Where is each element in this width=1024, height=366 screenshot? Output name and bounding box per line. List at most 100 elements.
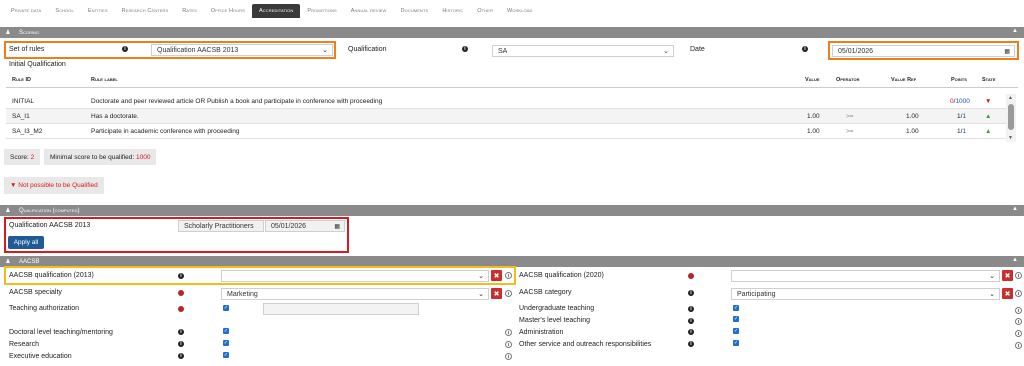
- aacsb-specialty-select[interactable]: Marketing ⌄: [221, 288, 489, 300]
- info-icon: i: [688, 290, 694, 296]
- thumbs-down-icon: ▼: [10, 182, 17, 189]
- initial-qualification-label: Initial Qualification: [9, 61, 66, 68]
- undergraduate-teaching-checkbox[interactable]: ✓: [733, 305, 739, 311]
- points-max: 1: [962, 128, 967, 135]
- teaching-authorization-checkbox[interactable]: ✓: [223, 305, 229, 311]
- other-service-checkbox[interactable]: ✓: [733, 340, 739, 346]
- chevron-down-icon: ⌄: [663, 48, 669, 55]
- history-icon[interactable]: [1015, 290, 1022, 297]
- highlight-date: [828, 41, 1019, 60]
- operator: >=: [846, 128, 854, 135]
- tab-documents[interactable]: Documents: [394, 4, 436, 18]
- min-score-value: 1000: [136, 153, 151, 161]
- chevron-down-icon: ⌄: [989, 291, 995, 298]
- history-icon[interactable]: [505, 341, 512, 348]
- aacsb-category-label: AACSB category: [519, 289, 572, 296]
- tab-private-data[interactable]: Private data: [4, 4, 48, 18]
- points-value: 1: [957, 113, 961, 120]
- administration-label: Administration: [519, 329, 564, 336]
- points-max: 1: [962, 113, 967, 120]
- history-icon[interactable]: [1015, 272, 1022, 279]
- table-row[interactable]: SA_I3_M2 Participate in academic confere…: [6, 124, 1006, 139]
- history-icon[interactable]: [1015, 307, 1022, 314]
- tab-rates[interactable]: Rates: [175, 4, 204, 18]
- col-rule-label[interactable]: Rule label: [91, 77, 118, 83]
- scroll-up-icon[interactable]: ▲: [1008, 95, 1013, 101]
- tab-promotions[interactable]: Promotions: [300, 4, 343, 18]
- scroll-thumb[interactable]: [1008, 104, 1014, 130]
- history-icon[interactable]: [1015, 330, 1022, 337]
- collapse-icon[interactable]: ▲: [1012, 28, 1018, 34]
- tab-accreditation[interactable]: Accreditation: [252, 4, 301, 18]
- undergraduate-teaching-label: Undergraduate teaching: [519, 305, 595, 312]
- info-icon: i: [178, 353, 184, 359]
- tab-office-hours[interactable]: Office Hours: [204, 4, 252, 18]
- table-row[interactable]: INITIAL Doctorate and peer reviewed arti…: [6, 94, 1006, 109]
- points-value: 0: [950, 98, 954, 105]
- masters-teaching-label: Master's level teaching: [519, 317, 590, 324]
- qualification-select[interactable]: SA ⌄: [492, 45, 674, 57]
- value: 1.00: [807, 128, 820, 135]
- tab-other[interactable]: Other: [470, 4, 500, 18]
- rule-id: INITIAL: [12, 98, 35, 105]
- scroll-down-icon[interactable]: ▼: [1008, 135, 1013, 141]
- history-icon[interactable]: [505, 353, 512, 360]
- value: 1.00: [807, 113, 820, 120]
- info-icon: i: [688, 306, 694, 312]
- administration-checkbox[interactable]: ✓: [733, 328, 739, 334]
- points: 1/1: [957, 128, 967, 135]
- rule-label: Participate in academic conference with …: [91, 128, 240, 135]
- aacsb-category-value: Participating: [737, 290, 776, 298]
- teaching-authorization-label: Teaching authorization: [9, 305, 80, 312]
- research-checkbox[interactable]: ✓: [223, 340, 229, 346]
- table-scrollbar[interactable]: ▲ ▼: [1006, 94, 1016, 142]
- tab-workload[interactable]: Workload: [500, 4, 540, 18]
- tab-entities[interactable]: Entities: [81, 4, 115, 18]
- col-value-ref[interactable]: Value Ref: [891, 77, 916, 83]
- min-score-label: Minimal score to be qualified:: [50, 153, 135, 161]
- highlight-qualification: [4, 217, 349, 253]
- scoring-section-header[interactable]: ♟ Scoring ▲: [0, 27, 1024, 38]
- col-rule-id[interactable]: Rule ID: [12, 77, 31, 83]
- rule-id: SA_I1: [12, 113, 30, 120]
- col-operator[interactable]: Operator: [836, 77, 859, 83]
- value-ref: 1.00: [906, 128, 919, 135]
- minimal-score-badge: Minimal score to be qualified: 1000: [44, 149, 157, 165]
- aacsb-qualification-2020-select[interactable]: ⌄: [731, 270, 1000, 282]
- qualification-status-badge: ▼ Not possible to be Qualified: [4, 177, 104, 194]
- table-row[interactable]: SA_I1 Has a doctorate. 1.00 >= 1.00 1/1 …: [6, 109, 1006, 124]
- clear-button[interactable]: ✖: [1002, 288, 1013, 299]
- section-title: Scoring: [19, 29, 40, 36]
- executive-education-checkbox[interactable]: ✓: [223, 352, 229, 358]
- highlight-set-of-rules: [4, 41, 336, 59]
- masters-teaching-checkbox[interactable]: ✓: [733, 316, 739, 322]
- col-state[interactable]: State: [982, 77, 996, 83]
- user-icon: ♟: [5, 30, 11, 36]
- highlight-aacsb-2013: [4, 266, 516, 285]
- tab-research-centers[interactable]: Research Centers: [115, 4, 176, 18]
- history-icon[interactable]: [1015, 342, 1022, 349]
- info-icon: i: [178, 329, 184, 335]
- clear-button[interactable]: ✖: [491, 288, 502, 299]
- info-icon: i: [802, 46, 808, 52]
- tab-historic[interactable]: Historic: [435, 4, 470, 18]
- collapse-icon[interactable]: ▲: [1012, 206, 1018, 212]
- clear-button[interactable]: ✖: [1002, 270, 1013, 281]
- history-icon[interactable]: [1015, 318, 1022, 325]
- section-title: Qualification (computed): [19, 207, 80, 214]
- doctoral-teaching-checkbox[interactable]: ✓: [223, 328, 229, 334]
- points: 1/1: [957, 113, 967, 120]
- collapse-icon[interactable]: ▲: [1012, 257, 1018, 263]
- qualification-computed-header[interactable]: ♟ Qualification (computed) ▲: [0, 205, 1024, 216]
- col-points[interactable]: Points: [951, 77, 967, 83]
- tab-school[interactable]: School: [48, 4, 81, 18]
- col-value[interactable]: Value: [805, 77, 820, 83]
- history-icon[interactable]: [505, 329, 512, 336]
- info-icon: i: [688, 318, 694, 324]
- qualification-label: Qualification: [348, 46, 387, 53]
- tab-annual-review[interactable]: Annual review: [344, 4, 394, 18]
- teaching-authorization-input[interactable]: [263, 303, 419, 315]
- history-icon[interactable]: [505, 290, 512, 297]
- aacsb-category-select[interactable]: Participating ⌄: [731, 288, 1000, 300]
- rule-label: Has a doctorate.: [91, 113, 139, 120]
